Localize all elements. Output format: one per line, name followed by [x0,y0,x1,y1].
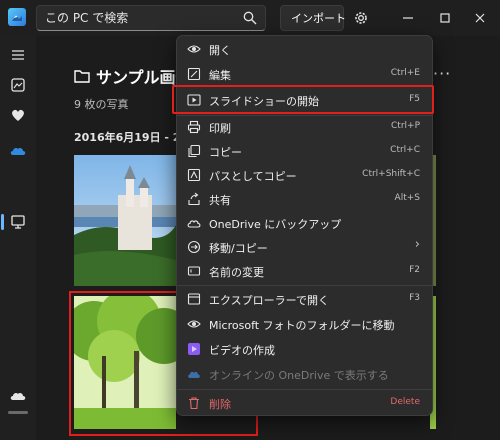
search-input[interactable] [45,9,240,27]
menu-item-label: エクスプローラーで開く [209,294,330,307]
favorites-heart-icon[interactable] [9,106,27,124]
menu-item-go-to-photos-folder[interactable]: Microsoft フォトのフォルダーに移動 [177,312,432,336]
share-icon [188,192,200,206]
eye-icon [187,45,201,53]
menu-item-open[interactable]: 開く [177,37,432,61]
move-icon [187,240,201,254]
maximize-icon[interactable] [435,8,455,28]
menu-item-label: 移動/コピー [209,242,268,255]
photos-app-icon [8,8,26,26]
photo-thumbnail-castle[interactable] [74,155,176,286]
cloud-account-icon[interactable] [9,386,27,404]
menu-item-print[interactable]: 印刷 Ctrl+P [177,115,432,139]
menu-item-copy[interactable]: コピー Ctrl+C [177,139,432,163]
menu-item-shortcut: Delete [390,397,420,407]
trash-icon [189,397,199,410]
menu-item-label: 削除 [209,398,231,411]
gallery-icon[interactable] [9,76,27,94]
more-options-icon[interactable]: ··· [433,64,451,83]
menu-item-label: コピー [209,146,242,159]
video-icon [188,343,200,355]
storage-bar [8,411,28,414]
menu-item-share[interactable]: 共有 Alt+S [177,187,432,211]
copy-icon [188,144,201,158]
gear-icon[interactable] [353,10,369,26]
menu-item-shortcut: Ctrl+Shift+C [362,169,420,179]
chevron-right-icon: › [414,237,420,252]
menu-icon[interactable] [9,46,27,64]
menu-item-shortcut: Ctrl+C [390,145,420,155]
menu-item-shortcut: Ctrl+E [390,68,420,78]
print-icon [187,120,201,134]
menu-divider [177,389,432,390]
onedrive-icon[interactable] [9,142,27,160]
menu-item-label: 名前の変更 [209,266,264,279]
folder-icon [74,70,90,83]
menu-item-label: OneDrive にバックアップ [209,218,342,231]
menu-item-shortcut: Ctrl+P [391,121,420,131]
import-button[interactable]: インポート [280,5,346,31]
slideshow-highlight-frame [172,85,434,114]
menu-item-label: Microsoft フォトのフォルダーに移動 [209,319,395,332]
search-icon[interactable] [243,11,257,25]
title-bar: インポート [0,0,500,36]
menu-item-label: ビデオの作成 [209,344,275,357]
menu-item-shortcut: Alt+S [394,193,420,203]
this-pc-icon[interactable] [9,213,27,231]
photo-count: 9 枚の写真 [74,98,129,111]
menu-item-copy-as-path[interactable]: パスとしてコピー Ctrl+Shift+C [177,163,432,187]
menu-item-label: 編集 [209,69,231,82]
menu-item-label: 共有 [209,194,231,207]
menu-item-shortcut: F3 [409,293,420,303]
menu-item-shortcut: F2 [409,265,420,275]
copy-path-icon [187,168,201,182]
menu-divider [177,285,432,286]
menu-item-move-copy[interactable]: 移動/コピー › [177,235,432,259]
menu-item-delete[interactable]: 削除 Delete [177,391,432,415]
cloud-upload-icon [187,220,201,228]
minimize-icon[interactable] [398,8,418,28]
edit-icon [187,67,201,81]
search-box[interactable] [36,5,266,31]
import-label: インポート [291,12,346,25]
menu-item-view-online-onedrive: オンラインの OneDrive で表示する [177,362,432,386]
sidebar [0,36,36,440]
menu-item-rename[interactable]: 名前の変更 F2 [177,259,432,283]
menu-item-label: 印刷 [209,122,231,135]
menu-item-label: 開く [209,44,231,57]
close-icon[interactable] [470,8,490,28]
folder-open-icon [187,293,201,305]
menu-item-onedrive-backup[interactable]: OneDrive にバックアップ [177,211,432,235]
eye-icon [187,320,201,328]
cloud-icon [188,371,200,378]
menu-item-open-in-explorer[interactable]: エクスプローラーで開く F3 [177,287,432,311]
menu-item-create-video[interactable]: ビデオの作成 [177,337,432,361]
rename-icon [187,266,201,276]
menu-item-label: オンラインの OneDrive で表示する [209,369,389,382]
menu-item-edit[interactable]: 編集 Ctrl+E [177,62,432,86]
selection-indicator [1,214,4,230]
menu-item-label: パスとしてコピー [209,170,297,183]
